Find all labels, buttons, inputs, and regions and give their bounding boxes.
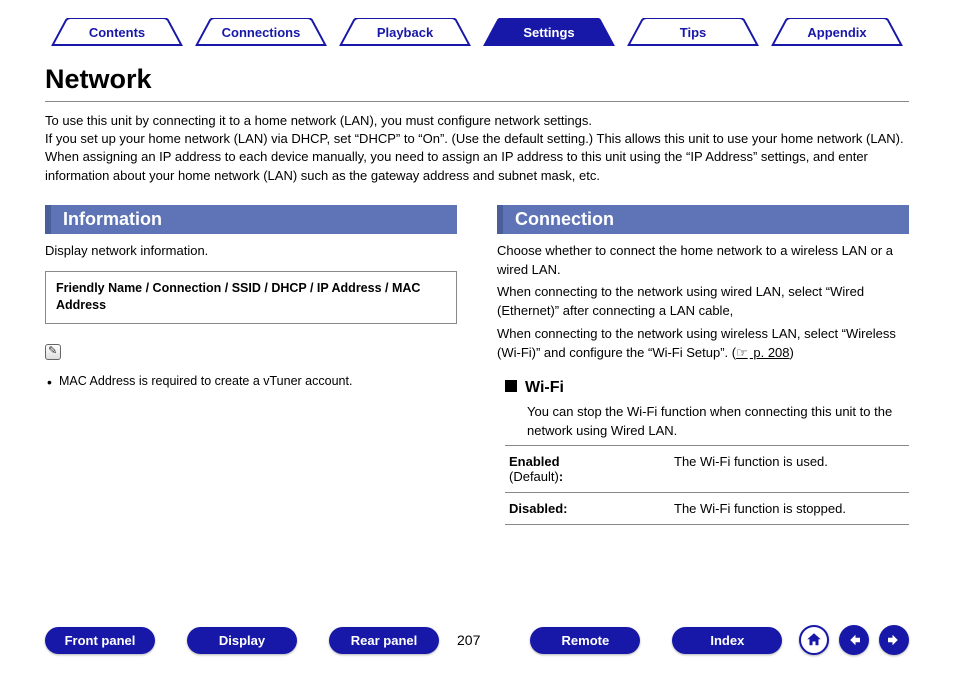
- tab-label: Appendix: [765, 18, 909, 46]
- display-button[interactable]: Display: [187, 627, 297, 654]
- front-panel-button[interactable]: Front panel: [45, 627, 155, 654]
- tab-label: Contents: [45, 18, 189, 46]
- wifi-heading: Wi-Fi: [505, 379, 909, 397]
- arrow-right-icon: [885, 631, 903, 649]
- option-label: Disabled:: [509, 501, 674, 516]
- square-bullet-icon: [505, 380, 517, 392]
- tab-label: Connections: [189, 18, 333, 46]
- connection-desc: When connecting to the network using wir…: [497, 325, 909, 363]
- home-icon: [805, 631, 823, 649]
- option-row: Disabled:The Wi-Fi function is stopped.: [505, 493, 909, 525]
- tab-settings[interactable]: Settings: [477, 18, 621, 46]
- pencil-icon: [45, 344, 61, 360]
- page-number: 207: [457, 632, 480, 648]
- option-row: Enabled(Default):The Wi-Fi function is u…: [505, 446, 909, 493]
- tab-label: Tips: [621, 18, 765, 46]
- option-description: The Wi-Fi function is stopped.: [674, 501, 905, 516]
- connection-desc: When connecting to the network using wir…: [497, 283, 909, 321]
- tab-appendix[interactable]: Appendix: [765, 18, 909, 46]
- tab-connections[interactable]: Connections: [189, 18, 333, 46]
- intro-text: To use this unit by connecting it to a h…: [45, 112, 909, 185]
- tab-contents[interactable]: Contents: [45, 18, 189, 46]
- next-page-button[interactable]: [879, 625, 909, 655]
- intro-line: When assigning an IP address to each dev…: [45, 148, 909, 184]
- option-description: The Wi-Fi function is used.: [674, 454, 905, 484]
- intro-line: To use this unit by connecting it to a h…: [45, 112, 909, 130]
- text: When connecting to the network using wir…: [497, 326, 896, 360]
- tab-playback[interactable]: Playback: [333, 18, 477, 46]
- text: ): [790, 345, 794, 360]
- left-column: Information Display network information.…: [45, 205, 457, 525]
- home-button[interactable]: [799, 625, 829, 655]
- wifi-description: You can stop the Wi-Fi function when con…: [527, 403, 909, 441]
- option-label: Enabled(Default):: [509, 454, 674, 484]
- tab-tips[interactable]: Tips: [621, 18, 765, 46]
- connection-desc: Choose whether to connect the home netwo…: [497, 242, 909, 280]
- info-fields-box: Friendly Name / Connection / SSID / DHCP…: [45, 271, 457, 324]
- footer-nav: Front panel Display Rear panel 207 Remote I…: [45, 625, 909, 655]
- intro-line: If you set up your home network (LAN) vi…: [45, 130, 909, 148]
- tab-label: Settings: [477, 18, 621, 46]
- note-list: MAC Address is required to create a vTun…: [45, 373, 457, 391]
- section-header-information: Information: [45, 205, 457, 234]
- top-nav-tabs: ContentsConnectionsPlaybackSettingsTipsA…: [45, 0, 909, 50]
- arrow-left-icon: [845, 631, 863, 649]
- remote-button[interactable]: Remote: [530, 627, 640, 654]
- prev-page-button[interactable]: [839, 625, 869, 655]
- page-title: Network: [45, 64, 909, 95]
- page-link-208[interactable]: p. 208: [736, 345, 789, 360]
- right-column: Connection Choose whether to connect the…: [497, 205, 909, 525]
- info-description: Display network information.: [45, 242, 457, 261]
- section-header-connection: Connection: [497, 205, 909, 234]
- wifi-heading-text: Wi-Fi: [525, 379, 564, 396]
- note-item: MAC Address is required to create a vTun…: [47, 373, 457, 391]
- index-button[interactable]: Index: [672, 627, 782, 654]
- tab-label: Playback: [333, 18, 477, 46]
- wifi-options-table: Enabled(Default):The Wi-Fi function is u…: [505, 445, 909, 525]
- title-separator: [45, 101, 909, 102]
- rear-panel-button[interactable]: Rear panel: [329, 627, 439, 654]
